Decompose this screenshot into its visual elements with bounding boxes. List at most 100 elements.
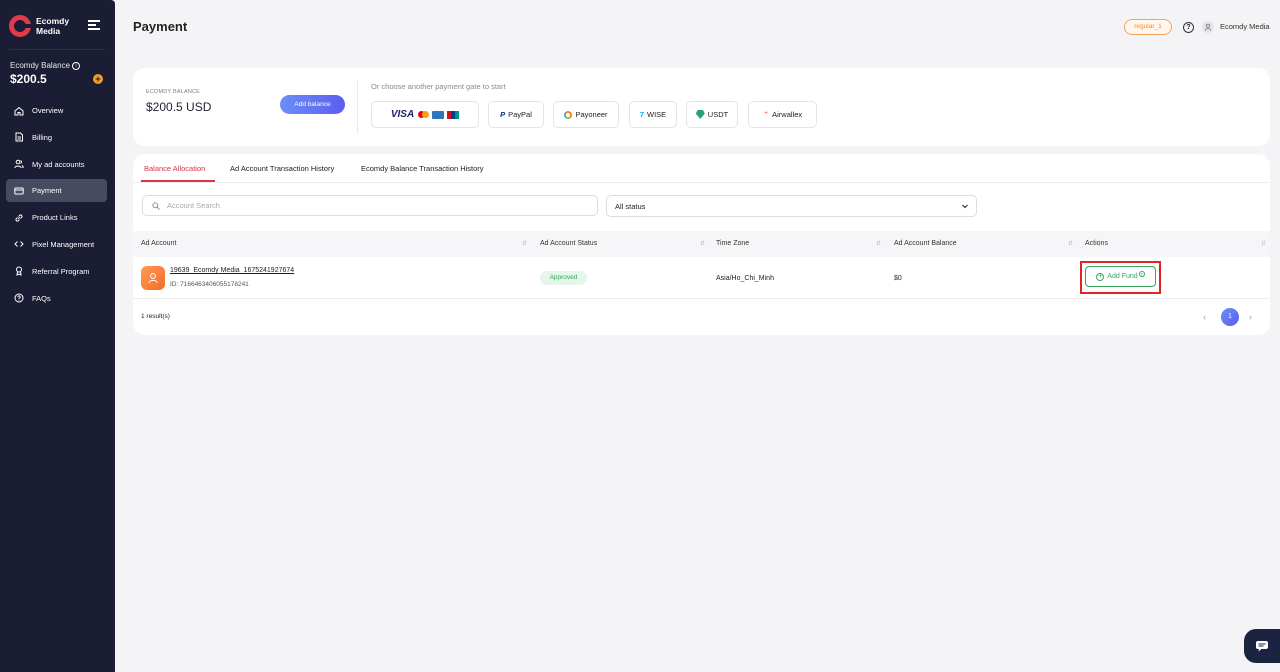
user-icon: [1204, 23, 1212, 31]
balance-card: ECOMDY BALANCE $200.5 USD Add balance Or…: [133, 68, 1270, 146]
sidebar-item-label: My ad accounts: [32, 159, 85, 169]
sort-icon[interactable]: ⇵: [876, 240, 881, 247]
sidebar-item-overview[interactable]: Overview: [6, 99, 107, 122]
ecomdy-balance-value: $200.5 USD: [146, 100, 212, 114]
ad-account-name-link[interactable]: 19639_Ecomdy Media_1675241927674: [170, 267, 294, 274]
status-badge: Approved: [540, 271, 587, 285]
payment-gate-hint: Or choose another payment gate to start: [371, 82, 506, 91]
table-row: 19639_Ecomdy Media_1675241927674 ID: 716…: [133, 257, 1270, 299]
sidebar-item-label: Overview: [32, 106, 64, 115]
sidebar: Ecomdy Media Ecomdy Balance i $200.5 + Ov…: [0, 0, 115, 672]
brand-logo[interactable]: Ecomdy Media: [9, 14, 109, 38]
paypal-icon: P: [500, 110, 506, 119]
balance-label-text: Ecomdy Balance: [10, 61, 71, 70]
gate-label: PayPal: [508, 110, 532, 119]
tabs-divider: [133, 182, 1270, 183]
sidebar-item-product-links[interactable]: Product Links: [6, 206, 107, 229]
account-search-input[interactable]: [167, 201, 567, 210]
tab-balance-allocation[interactable]: Balance Allocation: [144, 164, 205, 173]
column-header-ad-account: Ad Account: [141, 240, 177, 247]
chat-icon: [1256, 641, 1268, 652]
sidebar-item-pixel-management[interactable]: Pixel Management: [6, 233, 107, 256]
menu-toggle-icon[interactable]: [88, 20, 100, 30]
sidebar-item-faqs[interactable]: FAQs: [6, 287, 107, 310]
gate-usdt[interactable]: USDT: [686, 101, 738, 128]
sidebar-item-payment[interactable]: Payment: [6, 179, 107, 203]
page-title: Payment: [133, 19, 188, 34]
info-icon[interactable]: i: [72, 62, 81, 70]
gate-airwallex[interactable]: ⌃ Airwallex: [748, 101, 817, 128]
logo-icon: [9, 15, 31, 37]
ad-account-avatar: [141, 266, 165, 290]
sidebar-item-my-ad-accounts[interactable]: My ad accounts: [6, 153, 107, 176]
pagination-page-current[interactable]: 1: [1221, 308, 1239, 326]
usdt-icon: [695, 110, 705, 119]
tab-ad-account-transaction-history[interactable]: Ad Account Transaction History: [230, 164, 334, 173]
sidebar-item-label: Pixel Management: [32, 239, 95, 249]
ad-account-balance-value: $0: [894, 275, 902, 282]
home-icon: [14, 106, 24, 116]
gate-label: Airwallex: [772, 110, 803, 119]
user-icon: [148, 273, 158, 284]
sidebar-balance-label: Ecomdy Balance i: [10, 61, 81, 70]
sidebar-item-referral-program[interactable]: Referral Program: [6, 260, 107, 283]
results-count: 1 result(s): [141, 313, 170, 320]
gate-payoneer[interactable]: Payoneer: [553, 101, 619, 128]
sidebar-balance-value: $200.5: [10, 72, 47, 86]
balance-allocation-card: Balance Allocation Ad Account Transactio…: [133, 154, 1270, 335]
sidebar-item-label: Product Links: [32, 213, 78, 223]
visa-label: VISA: [390, 109, 415, 120]
time-zone-value: Asia/Ho_Chi_Minh: [716, 275, 774, 282]
sidebar-nav: Overview Billing My ad accounts Payment …: [6, 99, 107, 313]
sidebar-item-label: FAQs: [32, 293, 51, 303]
sidebar-item-billing[interactable]: Billing: [6, 126, 107, 149]
sidebar-item-label: Referral Program: [32, 266, 90, 276]
gate-label: WISE: [647, 110, 667, 119]
sort-icon[interactable]: ⇵: [1261, 240, 1266, 247]
table-header: Ad Account ⇵ Ad Account Status ⇵ Time Zo…: [133, 231, 1270, 257]
medal-icon: [14, 266, 24, 277]
status-select[interactable]: All status: [606, 195, 977, 217]
column-header-account-balance: Ad Account Balance: [894, 240, 957, 247]
chevron-down-icon: [962, 204, 968, 209]
gate-paypal[interactable]: P PayPal: [488, 101, 544, 128]
sort-icon[interactable]: ⇵: [522, 240, 527, 247]
gate-wise[interactable]: 7 WISE: [629, 101, 677, 128]
tier-badge[interactable]: regular_1: [1124, 19, 1172, 35]
gate-card-visa[interactable]: VISA: [371, 101, 479, 128]
sort-icon[interactable]: ⇵: [700, 240, 705, 247]
account-search-box[interactable]: [142, 195, 598, 216]
wise-icon: 7: [639, 110, 644, 119]
status-select-value: All status: [615, 201, 646, 211]
code-icon: [14, 239, 24, 249]
help-icon: [14, 293, 24, 303]
ecomdy-balance-label: ECOMDY BALANCE: [146, 89, 201, 95]
user-name[interactable]: Ecomdy Media: [1220, 22, 1270, 31]
plus-circle-icon: +: [1096, 272, 1105, 281]
add-balance-button[interactable]: Add balance: [280, 95, 345, 114]
question-icon[interactable]: ?: [1138, 271, 1145, 277]
column-header-time-zone: Time Zone: [716, 240, 750, 247]
airwallex-icon: ⌃: [762, 110, 770, 119]
sidebar-divider: [9, 49, 105, 50]
user-avatar[interactable]: [1202, 21, 1214, 33]
amex-icon: [432, 110, 445, 119]
tab-ecomdy-balance-transaction-history[interactable]: Ecomdy Balance Transaction History: [361, 164, 484, 173]
mastercard-icon: [418, 111, 430, 118]
add-fund-button[interactable]: + Add Fund ?: [1085, 266, 1156, 287]
brand-name: Ecomdy Media: [36, 16, 70, 36]
add-balance-plus-icon[interactable]: +: [93, 74, 103, 84]
gate-label: Payoneer: [575, 110, 608, 119]
sidebar-item-label: Billing: [32, 132, 53, 142]
chevron-right-icon[interactable]: ›: [1249, 312, 1252, 322]
question-icon[interactable]: ?: [1183, 22, 1194, 33]
chevron-left-icon[interactable]: ‹: [1203, 312, 1206, 322]
unionpay-icon: [447, 110, 460, 119]
column-header-status: Ad Account Status: [540, 240, 598, 247]
document-icon: [14, 132, 24, 142]
ad-account-id: ID: 7166463406055178241: [170, 281, 249, 288]
card-icon: [14, 186, 24, 196]
vertical-divider: [357, 80, 358, 134]
sort-icon[interactable]: ⇵: [1068, 240, 1073, 247]
chat-widget-button[interactable]: [1244, 629, 1280, 663]
